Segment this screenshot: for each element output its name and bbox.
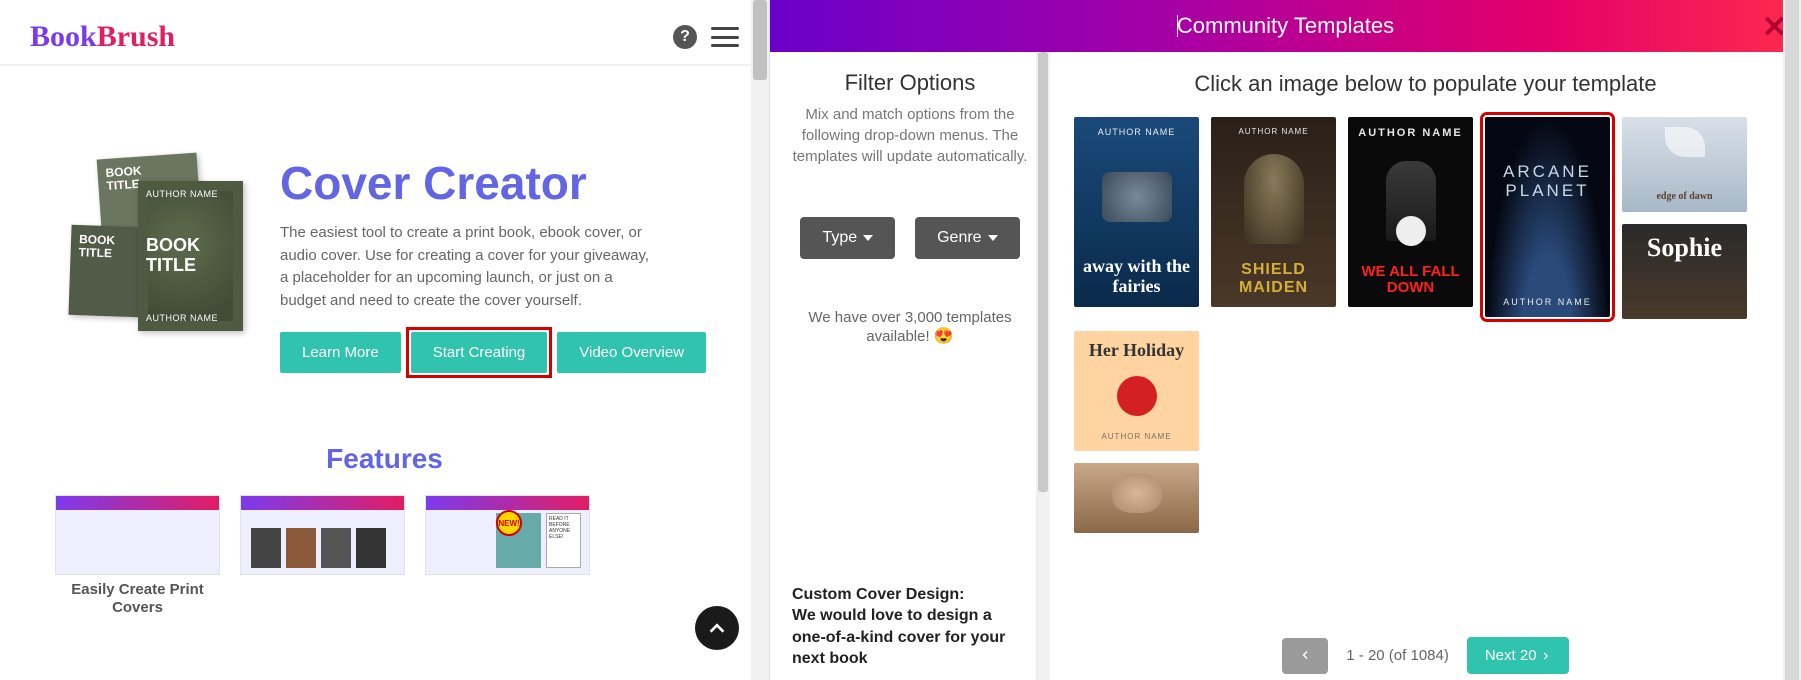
heart-eyes-emoji-icon: 😍: [934, 328, 954, 345]
chevron-up-icon: [706, 617, 728, 639]
next-page-button[interactable]: Next 20: [1467, 637, 1569, 674]
template-card[interactable]: edge of dawn: [1622, 117, 1747, 212]
template-card[interactable]: ARCANE PLANET AUTHOR NAME: [1485, 117, 1610, 317]
template-count-text: We have over 3,000 templates available! …: [790, 309, 1030, 346]
modal-title: Community Templates: [1177, 13, 1394, 39]
menu-icon[interactable]: [711, 27, 739, 47]
page-subtitle: The easiest tool to create a print book,…: [280, 222, 660, 312]
prev-page-button[interactable]: [1282, 638, 1328, 674]
feature-caption: Easily Create Print Covers: [55, 581, 220, 617]
filter-title: Filter Options: [790, 70, 1030, 96]
template-card[interactable]: AUTHOR NAME WE ALL FALL DOWN: [1348, 117, 1473, 307]
chevron-down-icon: [988, 235, 998, 241]
filter-description: Mix and match options from the following…: [790, 104, 1030, 167]
chevron-down-icon: [863, 235, 873, 241]
learn-more-button[interactable]: Learn More: [280, 332, 401, 373]
modal-header: Community Templates ✕: [770, 0, 1801, 52]
scrollbar-thumb[interactable]: [1038, 52, 1048, 492]
scrollbar[interactable]: [1783, 0, 1801, 680]
templates-heading: Click an image below to populate your te…: [1074, 70, 1777, 99]
right-panel: Community Templates ✕ Filter Options Mix…: [770, 0, 1801, 680]
filter-sidebar: Filter Options Mix and match options fro…: [770, 52, 1050, 680]
feature-card[interactable]: [240, 495, 405, 617]
scrollbar-thumb[interactable]: [1785, 0, 1799, 680]
logo-part-b: Brush: [97, 20, 175, 53]
template-card[interactable]: Sophie: [1622, 224, 1747, 319]
feature-thumb: [55, 495, 220, 575]
genre-dropdown[interactable]: Genre: [915, 217, 1019, 259]
template-grid: AUTHOR NAME away with the fairies AUTHOR…: [1074, 117, 1777, 533]
templates-area: Click an image below to populate your te…: [1050, 52, 1801, 680]
back-to-top-button[interactable]: [695, 606, 739, 650]
help-icon[interactable]: ?: [673, 25, 697, 49]
logo[interactable]: BookBrush: [30, 20, 175, 54]
chevron-left-icon: [1299, 649, 1311, 661]
chevron-right-icon: [1541, 651, 1551, 661]
features-row: Easily Create Print Covers NEW! READ IT …: [0, 495, 769, 617]
page-title: Cover Creator: [280, 156, 706, 210]
features-heading: Features: [0, 443, 769, 475]
scrollbar-thumb[interactable]: [753, 0, 767, 80]
logo-part-a: Book: [30, 20, 97, 53]
template-card[interactable]: AUTHOR NAME away with the fairies: [1074, 117, 1199, 307]
custom-design-promo: Custom Cover Design: We would love to de…: [770, 584, 1050, 670]
feature-thumb: [240, 495, 405, 575]
cover-thumb: BOOK TITLE: [68, 225, 141, 317]
pagination: 1 - 20 (of 1084) Next 20: [1050, 637, 1801, 674]
start-creating-button[interactable]: Start Creating: [411, 332, 548, 373]
feature-card[interactable]: Easily Create Print Covers: [55, 495, 220, 617]
feature-thumb: NEW! READ IT BEFORE ANYONE ELSE!: [425, 495, 590, 575]
scrollbar[interactable]: [751, 0, 769, 680]
cover-preview-stack: BOOK TITLE AUTHOR NAME BOOK TITLE AUTHOR…: [70, 156, 250, 326]
app-header: BookBrush ?: [0, 0, 769, 66]
scrollbar[interactable]: [1036, 52, 1050, 680]
template-card[interactable]: Her Holiday AUTHOR NAME: [1074, 331, 1199, 451]
left-panel: BookBrush ? BOOK TITLE AUTHOR NAME BOOK …: [0, 0, 770, 680]
video-overview-button[interactable]: Video Overview: [557, 332, 706, 373]
type-dropdown[interactable]: Type: [800, 217, 895, 259]
template-card[interactable]: AUTHOR NAME SHIELD MAIDEN: [1211, 117, 1336, 307]
feature-card[interactable]: NEW! READ IT BEFORE ANYONE ELSE!: [425, 495, 590, 617]
template-card[interactable]: [1074, 463, 1199, 533]
cover-creator-section: BOOK TITLE AUTHOR NAME BOOK TITLE AUTHOR…: [0, 66, 769, 413]
page-range: 1 - 20 (of 1084): [1346, 647, 1449, 664]
cover-thumb: AUTHOR NAME BOOK TITLE AUTHOR NAME: [138, 181, 243, 331]
